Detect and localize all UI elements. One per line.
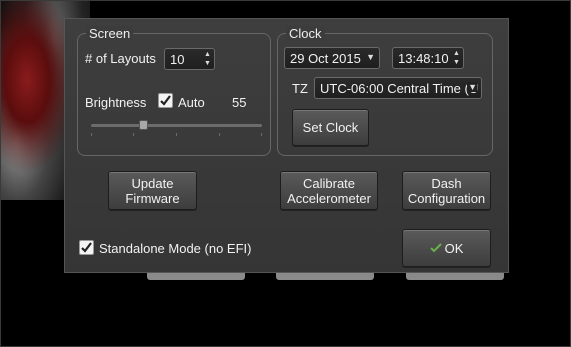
brightness-slider-handle[interactable] [138,120,148,130]
slider-tick [91,133,92,136]
calibrate-accelerometer-button[interactable]: Calibrate Accelerometer [280,171,378,210]
time-spinbox[interactable]: 13:48:10 ▲ ▼ [392,47,464,69]
chevron-down-icon[interactable]: ▼ [366,52,375,62]
check-icon [81,242,92,253]
background-tab [276,272,374,280]
clock-group-title: Clock [286,26,325,41]
check-icon [429,243,442,253]
set-clock-button[interactable]: Set Clock [292,109,369,146]
dash-configuration-button[interactable]: Dash Configuration [402,171,491,210]
brightness-value: 55 [232,95,247,110]
chevron-down-icon[interactable]: ▼ [467,82,477,92]
settings-dialog: Screen # of Layouts 10 ▲ ▼ Brightness Aut… [64,18,509,273]
calibrate-accelerometer-label: Calibrate Accelerometer [287,175,371,206]
time-spin-arrows[interactable]: ▲ ▼ [451,49,462,67]
spin-up-icon[interactable]: ▲ [453,49,460,58]
layouts-spin-arrows[interactable]: ▲ ▼ [202,50,213,68]
ok-button[interactable]: OK [402,229,491,267]
layouts-value: 10 [170,51,185,67]
layouts-spinbox[interactable]: 10 ▲ ▼ [164,48,215,70]
time-value: 13:48:10 [398,50,449,66]
background-tab [406,272,504,280]
spin-down-icon[interactable]: ▼ [204,59,211,68]
date-dropdown[interactable]: 29 Oct 2015 ▼ [284,47,380,69]
slider-tick [133,133,134,136]
auto-brightness-checkbox[interactable] [158,93,173,108]
timezone-value: UTC-06:00 Central Time (U [320,80,479,96]
slider-tick [261,133,262,136]
screen-group: Screen # of Layouts 10 ▲ ▼ Brightness Aut… [77,26,271,156]
standalone-mode-checkbox[interactable] [79,240,94,255]
update-firmware-label: Update Firmware [125,175,180,206]
spin-up-icon[interactable]: ▲ [204,50,211,59]
standalone-mode-label[interactable]: Standalone Mode (no EFI) [99,241,251,256]
brightness-label: Brightness [85,95,147,110]
date-value: 29 Oct 2015 [290,50,361,66]
update-firmware-button[interactable]: Update Firmware [108,171,197,210]
spin-down-icon[interactable]: ▼ [453,58,460,67]
background-tab [147,272,245,280]
timezone-dropdown[interactable]: UTC-06:00 Central Time (U ▼ [314,77,482,99]
layouts-label: # of Layouts [85,51,156,66]
ok-label: OK [444,240,464,256]
clock-group: Clock 29 Oct 2015 ▼ 13:48:10 ▲ ▼ TZ UTC-0… [277,26,493,156]
auto-label: Auto [178,95,205,110]
set-clock-label: Set Clock [302,120,359,135]
brightness-slider-track[interactable] [91,124,262,127]
slider-tick [219,133,220,136]
dash-configuration-label: Dash Configuration [407,175,486,206]
screen-group-title: Screen [86,26,134,41]
check-icon [160,95,171,106]
tz-label: TZ [292,81,308,96]
slider-tick [176,133,177,136]
